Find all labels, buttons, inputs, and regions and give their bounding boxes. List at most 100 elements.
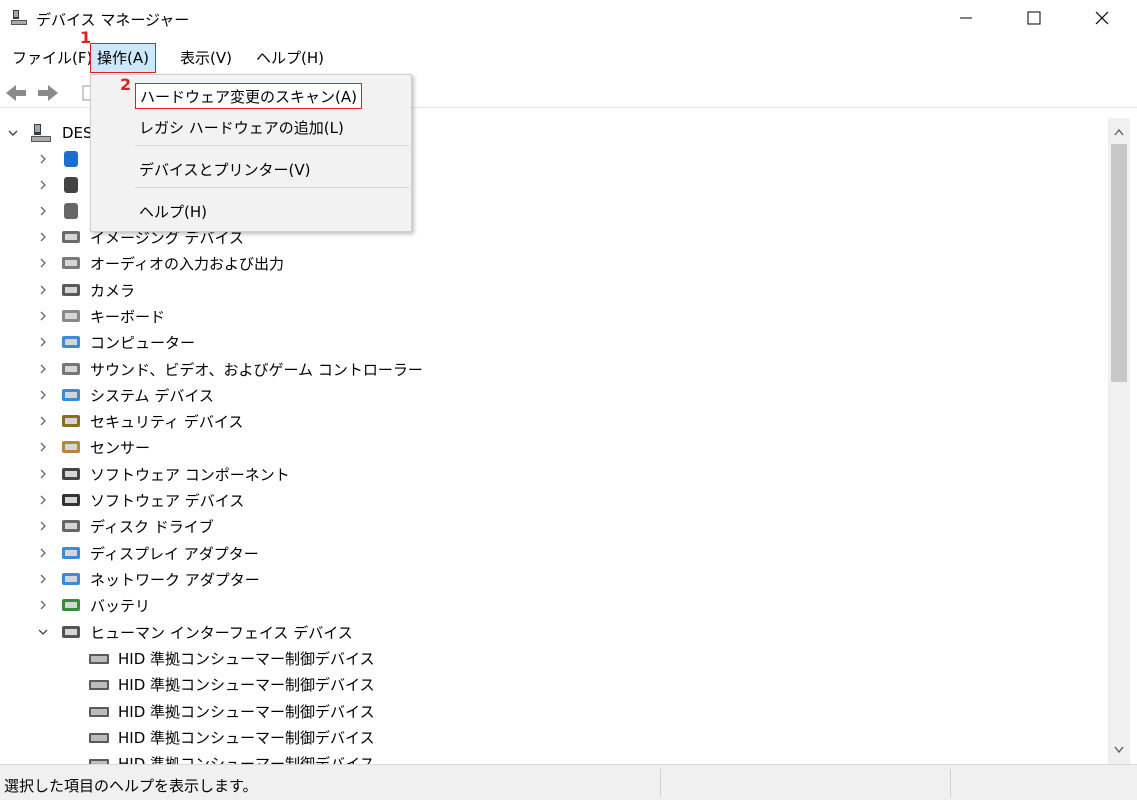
- device-category-icon: [62, 468, 80, 480]
- maximize-button[interactable]: [1000, 0, 1068, 36]
- menu-dropdown-help[interactable]: ヘルプ(H): [139, 199, 207, 225]
- tree-row-label: センサー: [90, 438, 151, 457]
- chevron-right-icon[interactable]: [36, 283, 50, 297]
- close-icon: [1095, 11, 1109, 25]
- device-category-icon: [62, 494, 80, 506]
- usb-icon: [64, 177, 78, 193]
- tree-row-label: ヒューマン インターフェイス デバイス: [90, 623, 353, 642]
- device-category-icon: [62, 389, 80, 401]
- tree-row[interactable]: バッテリ: [0, 592, 1108, 618]
- tree-row[interactable]: ヒューマン インターフェイス デバイス: [0, 619, 1108, 645]
- action-dropdown-menu: ハードウェア変更のスキャン(A) レガシ ハードウェアの追加(L) デバイスとプ…: [90, 74, 412, 232]
- menu-bar: ファイル(F) 操作(A) 表示(V) ヘルプ(H): [0, 43, 1137, 75]
- hid-device-icon: [89, 680, 109, 690]
- chevron-right-icon[interactable]: [36, 546, 50, 560]
- tree-row-label: ソフトウェア デバイス: [90, 491, 245, 510]
- tree-row[interactable]: キーボード: [0, 303, 1108, 329]
- menu-separator: [135, 187, 409, 188]
- chevron-right-icon[interactable]: [36, 152, 50, 166]
- chevron-right-icon[interactable]: [36, 309, 50, 323]
- chevron-right-icon[interactable]: [36, 414, 50, 428]
- device-manager-icon: [11, 10, 27, 25]
- device-category-icon: [62, 284, 80, 296]
- device-category-icon: [62, 573, 80, 585]
- tree-row[interactable]: センサー: [0, 434, 1108, 460]
- chevron-right-icon[interactable]: [36, 598, 50, 612]
- menu-view[interactable]: 表示(V): [174, 43, 238, 73]
- chevron-right-icon[interactable]: [36, 256, 50, 270]
- chevron-right-icon[interactable]: [36, 178, 50, 192]
- tree-row[interactable]: システム デバイス: [0, 382, 1108, 408]
- tree-row-label: システム デバイス: [90, 386, 214, 405]
- tree-row[interactable]: ネットワーク アダプター: [0, 566, 1108, 592]
- tree-row-label: ディスク ドライブ: [90, 517, 214, 536]
- chevron-right-icon[interactable]: [36, 204, 50, 218]
- status-text: 選択した項目のヘルプを表示します。: [4, 777, 258, 795]
- device-category-icon: [62, 310, 80, 322]
- chevron-right-icon[interactable]: [36, 493, 50, 507]
- vertical-scrollbar[interactable]: [1108, 118, 1130, 764]
- status-bar: 選択した項目のヘルプを表示します。: [0, 764, 1137, 800]
- tree-row-child[interactable]: HID 準拠コンシューマー制御デバイス: [0, 698, 1108, 724]
- menu-separator: [135, 145, 409, 146]
- chevron-down-icon[interactable]: [6, 126, 20, 140]
- forward-arrow-icon[interactable]: [36, 82, 60, 104]
- device-category-icon: [62, 336, 80, 348]
- tree-row[interactable]: ソフトウェア コンポーネント: [0, 461, 1108, 487]
- chevron-right-icon[interactable]: [36, 362, 50, 376]
- device-category-icon: [62, 257, 80, 269]
- chevron-right-icon[interactable]: [36, 440, 50, 454]
- hid-device-icon: [89, 707, 109, 717]
- tree-row-child[interactable]: HID 準拠コンシューマー制御デバイス: [0, 645, 1108, 671]
- menu-scan-hardware[interactable]: ハードウェア変更のスキャン(A): [135, 83, 362, 109]
- callout-2: 2: [120, 75, 132, 94]
- close-button[interactable]: [1068, 0, 1136, 36]
- menu-help[interactable]: ヘルプ(H): [250, 43, 330, 73]
- hid-device-icon: [89, 654, 109, 664]
- menu-file[interactable]: ファイル(F): [6, 43, 98, 73]
- tree-row-child[interactable]: HID 準拠コンシューマー制御デバイス: [0, 671, 1108, 697]
- scroll-up-button[interactable]: [1108, 122, 1130, 142]
- chevron-down-icon: [1114, 746, 1124, 754]
- chevron-right-icon[interactable]: [36, 388, 50, 402]
- tree-row-label: ネットワーク アダプター: [90, 570, 260, 589]
- menu-add-legacy-hardware[interactable]: レガシ ハードウェアの追加(L): [139, 115, 344, 141]
- device-category-icon: [62, 599, 80, 611]
- chevron-down-icon[interactable]: [36, 625, 50, 639]
- tree-row[interactable]: コンピューター: [0, 329, 1108, 355]
- tree-row-label: HID 準拠コンシューマー制御デバイス: [118, 754, 375, 765]
- tree-row-label: バッテリ: [90, 596, 151, 615]
- chevron-right-icon[interactable]: [36, 519, 50, 533]
- title-bar: デバイス マネージャー: [0, 0, 1137, 38]
- callout-1: 1: [80, 28, 92, 47]
- hid-device-icon: [89, 759, 109, 764]
- tree-row-child[interactable]: HID 準拠コンシューマー制御デバイス: [0, 750, 1108, 764]
- tree-row[interactable]: ディスク ドライブ: [0, 513, 1108, 539]
- window-title: デバイス マネージャー: [36, 11, 190, 29]
- tree-row[interactable]: サウンド、ビデオ、およびゲーム コントローラー: [0, 356, 1108, 382]
- printer-icon: [64, 203, 78, 219]
- chevron-right-icon[interactable]: [36, 335, 50, 349]
- tree-row[interactable]: ディスプレイ アダプター: [0, 540, 1108, 566]
- minimize-button[interactable]: [932, 0, 1000, 36]
- tree-row-label: HID 準拠コンシューマー制御デバイス: [118, 675, 375, 694]
- back-arrow-icon[interactable]: [4, 82, 28, 104]
- tree-row-child[interactable]: HID 準拠コンシューマー制御デバイス: [0, 724, 1108, 750]
- chevron-right-icon[interactable]: [36, 467, 50, 481]
- computer-root-icon: [31, 124, 51, 142]
- status-divider: [660, 769, 661, 797]
- scroll-thumb[interactable]: [1111, 144, 1127, 382]
- status-divider: [950, 769, 951, 797]
- menu-devices-and-printers[interactable]: デバイスとプリンター(V): [139, 157, 311, 183]
- tree-row[interactable]: カメラ: [0, 277, 1108, 303]
- tree-root-label: DES: [62, 124, 93, 142]
- tree-row[interactable]: オーディオの入力および出力: [0, 250, 1108, 276]
- chevron-right-icon[interactable]: [36, 230, 50, 244]
- scroll-down-button[interactable]: [1108, 740, 1130, 760]
- tree-row[interactable]: セキュリティ デバイス: [0, 408, 1108, 434]
- menu-action[interactable]: 操作(A): [90, 43, 156, 73]
- tree-row[interactable]: ソフトウェア デバイス: [0, 487, 1108, 513]
- chevron-right-icon[interactable]: [36, 572, 50, 586]
- minimize-icon: [960, 17, 972, 19]
- maximize-icon: [1027, 11, 1041, 25]
